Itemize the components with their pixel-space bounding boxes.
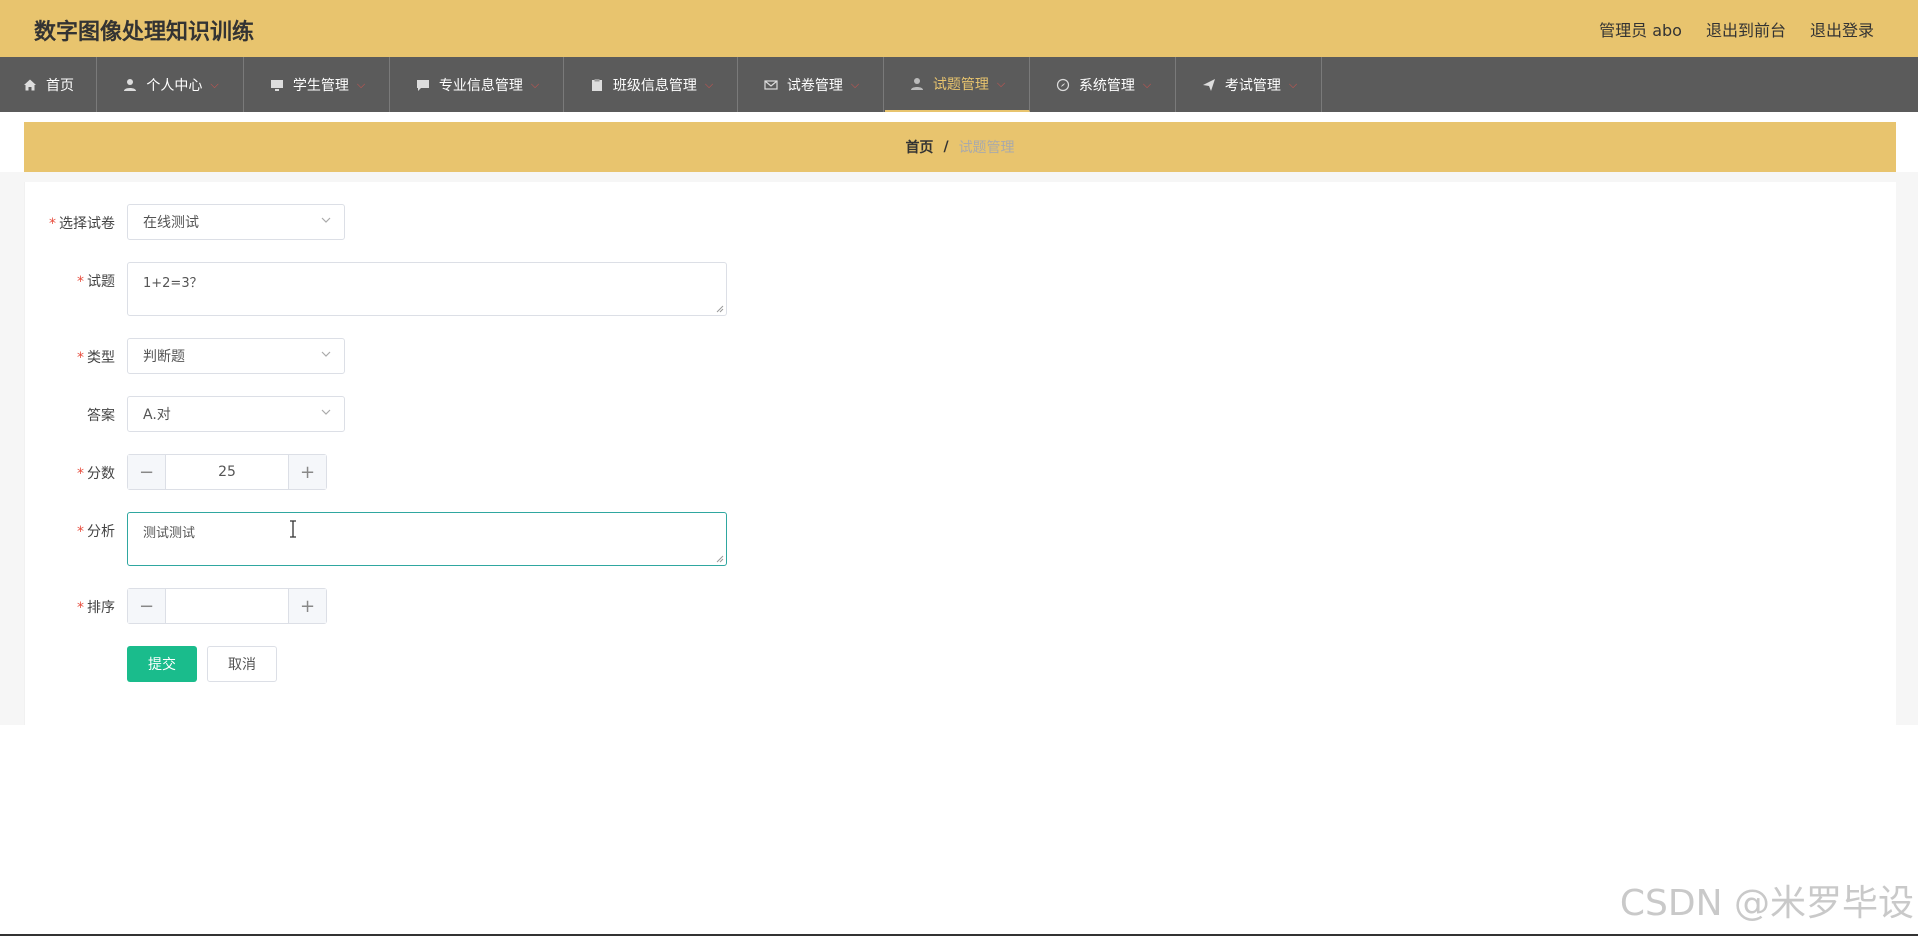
top-header: 数字图像处理知识训练 管理员 abo 退出到前台 退出登录 — [0, 0, 1918, 57]
paper-label: * 选择试卷 — [49, 216, 115, 232]
text-cursor-icon — [290, 520, 296, 538]
breadcrumb: 首页 / 试题管理 — [24, 122, 1896, 172]
breadcrumb-separator: / — [943, 139, 949, 155]
answer-label: 答案 — [87, 408, 115, 424]
score-value[interactable]: 25 — [166, 455, 288, 489]
watermark: CSDN @米罗毕设 — [1619, 883, 1914, 924]
user-icon — [909, 76, 925, 92]
form-panel: * 选择试卷 在线测试 * 试题 1+2=3？ * 类型 判断题 答案 A.对 * 分数… — [24, 182, 1896, 725]
nav-item-papers[interactable]: 试卷管理 ⌵ — [739, 57, 884, 112]
order-decrement-button[interactable]: − — [128, 589, 166, 623]
main-nav: 首页 个人中心 ⌵ 学生管理 ⌵ 专业信息管理 ⌵ 班级信息管理 ⌵ 试卷管理 … — [0, 57, 1918, 112]
chevron-down-icon — [321, 409, 331, 415]
question-textarea[interactable]: 1+2=3？ — [127, 262, 727, 316]
chevron-down-icon: ⌵ — [704, 77, 714, 91]
type-label: * 类型 — [77, 350, 115, 366]
submit-button[interactable]: 提交 — [127, 646, 197, 682]
clipboard-icon — [589, 77, 605, 93]
answer-select[interactable]: A.对 — [127, 396, 345, 432]
order-value[interactable] — [166, 589, 288, 623]
type-select-value: 判断题 — [143, 349, 185, 365]
nav-item-questions[interactable]: 试题管理 ⌵ — [885, 57, 1030, 112]
nav-item-label: 试卷管理 — [786, 77, 843, 94]
nav-item-classes[interactable]: 班级信息管理 ⌵ — [565, 57, 738, 112]
nav-item-label: 试题管理 — [932, 76, 989, 93]
nav-item-personal[interactable]: 个人中心 ⌵ — [98, 57, 244, 112]
answer-select-value: A.对 — [143, 407, 171, 423]
chevron-down-icon — [321, 351, 331, 357]
nav-item-students[interactable]: 学生管理 ⌵ — [245, 57, 390, 112]
user-label: 管理员 abo — [1599, 21, 1682, 40]
nav-item-label: 班级信息管理 — [612, 77, 697, 94]
header-actions: 管理员 abo 退出到前台 退出登录 — [1599, 17, 1874, 41]
score-label: * 分数 — [77, 466, 115, 482]
order-increment-button[interactable]: + — [288, 589, 326, 623]
mail-icon — [763, 77, 779, 93]
chevron-down-icon: ⌵ — [210, 77, 219, 91]
nav-item-label: 专业信息管理 — [438, 77, 523, 94]
analysis-text: 测试测试 — [143, 526, 196, 541]
user-icon — [122, 77, 138, 93]
chevron-down-icon: ⌵ — [356, 77, 366, 91]
order-stepper[interactable]: − + — [127, 588, 327, 624]
analysis-textarea[interactable]: 测试测试 — [127, 512, 727, 566]
resize-handle-icon[interactable] — [716, 305, 724, 313]
monitor-icon — [269, 77, 285, 93]
chevron-down-icon — [321, 217, 331, 223]
chevron-down-icon: ⌵ — [850, 77, 860, 91]
order-label: * 排序 — [77, 600, 115, 616]
nav-item-label: 个人中心 — [146, 77, 203, 94]
nav-item-majors[interactable]: 专业信息管理 ⌵ — [391, 57, 564, 112]
chat-icon — [415, 77, 431, 93]
breadcrumb-current: 试题管理 — [958, 140, 1015, 156]
chevron-down-icon: ⌵ — [1288, 77, 1298, 91]
nav-item-label: 首页 — [46, 77, 74, 94]
question-text: 1+2=3？ — [143, 276, 203, 291]
nav-item-label: 学生管理 — [292, 77, 349, 94]
chevron-down-icon: ⌵ — [1142, 77, 1152, 91]
chevron-down-icon: ⌵ — [530, 77, 540, 91]
nav-item-label: 考试管理 — [1224, 77, 1281, 94]
send-icon — [1201, 77, 1217, 93]
cancel-button[interactable]: 取消 — [207, 646, 277, 682]
score-increment-button[interactable]: + — [288, 455, 326, 489]
nav-item-exams[interactable]: 考试管理 ⌵ — [1177, 57, 1322, 112]
home-icon — [22, 77, 38, 93]
chevron-down-icon: ⌵ — [996, 76, 1006, 90]
question-label: * 试题 — [77, 274, 115, 290]
nav-item-system[interactable]: 系统管理 ⌵ — [1031, 57, 1176, 112]
paper-select-value: 在线测试 — [143, 215, 199, 231]
breadcrumb-home[interactable]: 首页 — [905, 137, 933, 157]
score-decrement-button[interactable]: − — [128, 455, 166, 489]
app-title: 数字图像处理知识训练 — [34, 20, 255, 45]
type-select[interactable]: 判断题 — [127, 338, 345, 374]
logout-link[interactable]: 退出登录 — [1810, 17, 1874, 41]
analysis-label: * 分析 — [77, 524, 115, 540]
resize-handle-icon[interactable] — [716, 555, 724, 563]
score-stepper[interactable]: − 25 + — [127, 454, 327, 490]
back-to-front-link[interactable]: 退出到前台 — [1706, 17, 1786, 41]
compass-icon — [1055, 77, 1071, 93]
nav-item-home[interactable]: 首页 — [0, 57, 97, 112]
paper-select[interactable]: 在线测试 — [127, 204, 345, 240]
nav-item-label: 系统管理 — [1078, 77, 1135, 94]
